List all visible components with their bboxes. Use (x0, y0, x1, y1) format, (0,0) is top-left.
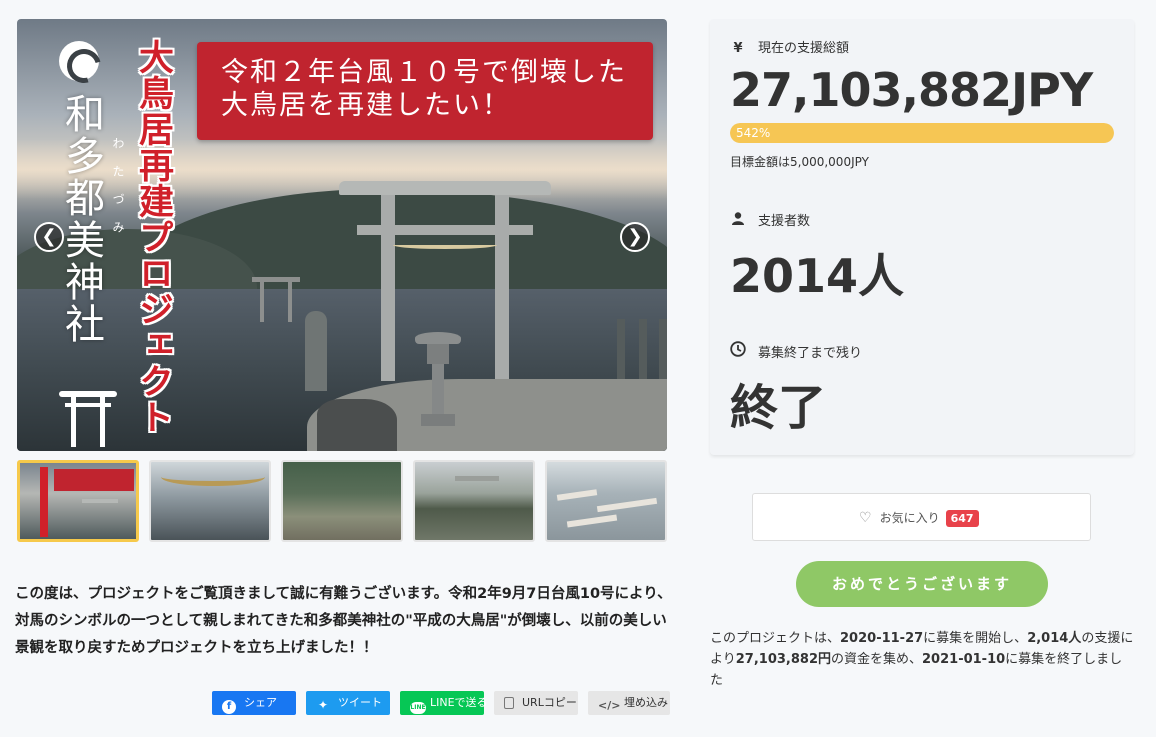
line-share-button[interactable]: LINE LINEで送る (400, 691, 488, 715)
copy-icon (504, 697, 514, 709)
stone-lantern (305, 311, 327, 391)
funding-progress-text: 542% (736, 126, 771, 140)
facebook-share-label: シェア (244, 696, 277, 709)
thumbnail-5[interactable] (545, 460, 667, 542)
favorite-count-badge: 647 (945, 510, 979, 527)
project-description: この度は、プロジェクトをご覧頂きまして誠に有難うございます。令和2年9月7日台風… (15, 586, 672, 656)
time-remaining-label: 募集終了まで残り (730, 341, 862, 361)
total-funding-label: ¥ 現在の支援総額 (730, 37, 849, 56)
embed-button[interactable]: </> 埋め込み (588, 691, 670, 715)
start-date: 2020-11-27 (840, 631, 924, 646)
clock-icon (730, 341, 746, 361)
facebook-icon: f (222, 700, 236, 714)
line-icon: LINE (410, 702, 426, 714)
url-copy-label: URLコピー (522, 696, 577, 709)
backers-label: 支援者数 (730, 210, 810, 229)
backers-value: 2014人 (730, 249, 905, 303)
shrine-name: 和多都美神社 (58, 93, 104, 345)
shrine-emblem-icon (59, 41, 99, 81)
line-share-label: LINEで送る (430, 696, 488, 709)
thumbnail-2[interactable] (149, 460, 271, 542)
backers-count: 2,014人 (1027, 631, 1082, 646)
end-date: 2021-01-10 (922, 652, 1006, 667)
person-icon (730, 212, 746, 229)
congratulations-button[interactable]: おめでとうございます (796, 561, 1048, 607)
goal-amount: 目標金額は5,000,000JPY (730, 155, 869, 169)
project-main-image: 令和２年台風１０号で倒壊した 大鳥居を再建したい！ 大鳥居再建プロジェクト 和多… (17, 19, 667, 451)
funded-amount: 27,103,882円 (735, 652, 831, 667)
torii-logo-icon (59, 391, 117, 447)
favorite-label: お気に入り (879, 511, 940, 525)
favorite-button[interactable]: ♡ お気に入り 647 (752, 493, 1091, 541)
project-vertical-title: 大鳥居再建プロジェクト (133, 39, 174, 435)
url-copy-button[interactable]: URLコピー (494, 691, 578, 715)
thumbnail-4[interactable] (413, 460, 535, 542)
code-icon: </> (598, 699, 621, 712)
heart-icon: ♡ (859, 510, 872, 526)
funding-progress-fill (730, 123, 1114, 143)
headline-banner: 令和２年台風１０号で倒壊した 大鳥居を再建したい！ (197, 42, 653, 140)
total-funding-value: 27,103,882JPY (730, 63, 1093, 117)
twitter-tweet-button[interactable]: ✦ ツイート (306, 691, 390, 715)
rocks (317, 399, 397, 451)
twitter-icon: ✦ (317, 698, 329, 712)
project-summary: このプロジェクトは、2020-11-27に募集を開始し、2,014人の支援により… (710, 631, 1134, 688)
thumbnail-1[interactable] (17, 460, 139, 542)
embed-label: 埋め込み (624, 696, 668, 709)
twitter-tweet-label: ツイート (338, 696, 382, 709)
stone-lantern (415, 314, 461, 426)
thumbnail-3[interactable] (281, 460, 403, 542)
distant-torii (252, 277, 300, 322)
chevron-right-icon: ❯ (627, 226, 643, 247)
yen-icon: ¥ (733, 41, 743, 56)
carousel-next-button[interactable]: ❯ (620, 222, 650, 252)
carousel-prev-button[interactable]: ❮ (34, 222, 64, 252)
time-remaining-value: 終了 (730, 380, 827, 436)
headline-line-2: 大鳥居を再建したい！ (221, 90, 511, 121)
shrine-name-ruby: わたづみ (111, 137, 125, 249)
chevron-left-icon: ❮ (41, 226, 57, 247)
headline-line-1: 令和２年台風１０号で倒壊した (221, 57, 627, 88)
facebook-share-button[interactable]: f シェア (212, 691, 296, 715)
funding-progress-bar (730, 123, 1114, 143)
